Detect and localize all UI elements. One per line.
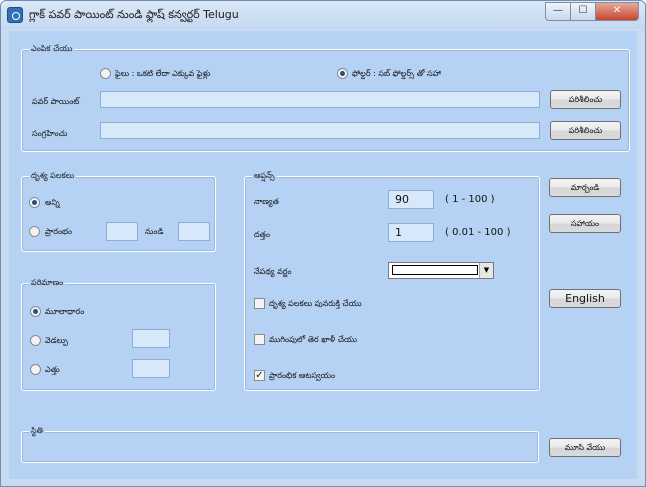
status-group: స్థితి [21, 426, 539, 463]
scale-range: ( 0.01 - 100 ) [445, 227, 511, 238]
convert-button[interactable]: మార్చండి [549, 178, 621, 197]
bg-color-label: నేపథ్య వర్ణం [254, 267, 292, 276]
close-icon: ✕ [612, 5, 622, 16]
output-label: సంగ్రహించు [32, 129, 68, 138]
all-slides-radio[interactable] [29, 197, 40, 208]
original-size-radio[interactable] [30, 306, 41, 317]
title-bar[interactable]: గ్లాక్ పవర్ పాయింట్ నుండి ఫ్లాష్ కన్వర్ట… [1, 1, 645, 29]
folder-option-label: ఫోల్డర్ : సబ్ ఫోల్డర్స్ తో సహా [352, 69, 441, 78]
close-window-button[interactable]: ✕ [596, 2, 639, 21]
autoplay-checkbox[interactable]: ✓ [254, 370, 265, 381]
bg-color-combo[interactable]: ▼ [388, 262, 494, 279]
english-button[interactable]: English [549, 289, 621, 308]
scale-label: దత్తం [254, 230, 270, 239]
selection-legend: ఎంపిక చేయు [29, 44, 75, 55]
height-input[interactable] [133, 360, 169, 377]
file-radio[interactable] [100, 68, 111, 79]
quality-field[interactable] [388, 190, 434, 209]
browse-powerpoint-button[interactable]: పరిశీలించు [550, 90, 621, 109]
output-field[interactable] [100, 122, 540, 139]
size-group: పరిమాణం మూలాధారం వెడల్పు ఎత్తు [21, 278, 216, 391]
options-legend: ఆప్షన్స్ [252, 171, 277, 182]
to-input[interactable] [179, 223, 209, 240]
app-icon [7, 7, 23, 23]
size-legend: పరిమాణం [29, 278, 66, 289]
blank-end-checkbox[interactable] [254, 334, 265, 345]
scale-field[interactable] [388, 223, 434, 242]
original-size-label: మూలాధారం [45, 307, 85, 316]
browse-output-button[interactable]: పరిశీలించు [550, 121, 621, 140]
height-label: ఎత్తు [45, 365, 60, 374]
powerpoint-label: పవర్ పాయింట్ [32, 97, 80, 106]
bg-color-swatch [392, 265, 478, 275]
folder-radio[interactable] [337, 68, 348, 79]
close-button[interactable]: మూసి వేయు [549, 438, 621, 457]
from-input[interactable] [107, 223, 137, 240]
quality-range: ( 1 - 100 ) [445, 194, 495, 205]
all-slides-label: అన్ని [45, 198, 60, 207]
repeat-slides-label: దృశ్య పలకలు పునరుక్తి చేయు [269, 299, 362, 308]
width-input[interactable] [133, 330, 169, 347]
output-input[interactable] [101, 123, 539, 138]
autoplay-label: ప్రారంభిక ఆటస్వయం [269, 371, 336, 380]
height-radio[interactable] [30, 364, 41, 375]
width-label: వెడల్పు [45, 336, 68, 345]
file-option-label: ఫైలు : ఒకటి లేదా ఎక్కువ ఫైళ్లు [115, 69, 211, 78]
chevron-down-icon[interactable]: ▼ [479, 263, 493, 278]
window-title: గ్లాక్ పవర్ పాయింట్ నుండి ఫ్లాష్ కన్వర్ట… [29, 8, 239, 21]
from-label: ప్రారంభం [45, 227, 73, 236]
maximize-icon: ☐ [578, 5, 588, 16]
status-legend: స్థితి [29, 426, 45, 437]
client-area: ఎంపిక చేయు ఫైలు : ఒకటి లేదా ఎక్కువ ఫైళ్ల… [9, 31, 637, 479]
quality-input[interactable] [389, 191, 433, 208]
from-field[interactable] [106, 222, 138, 241]
height-field[interactable] [132, 359, 170, 378]
minimize-icon: — [553, 5, 563, 16]
powerpoint-input[interactable] [101, 92, 539, 107]
width-radio[interactable] [30, 335, 41, 346]
minimize-button[interactable]: — [545, 2, 571, 21]
slides-group: దృశ్య పలకలు అన్ని ప్రారంభం నుండి [21, 171, 216, 252]
repeat-slides-checkbox[interactable] [254, 298, 265, 309]
to-label: నుండి [145, 227, 164, 236]
from-slides-radio[interactable] [29, 226, 40, 237]
width-field[interactable] [132, 329, 170, 348]
blank-end-label: ముగింపులో తెర ఖాళీ చేయు [269, 335, 358, 344]
slides-legend: దృశ్య పలకలు [29, 171, 77, 182]
quality-label: నాణ్యత [254, 197, 279, 206]
maximize-button[interactable]: ☐ [571, 2, 596, 21]
options-group: ఆప్షన్స్ నాణ్యత ( 1 - 100 ) దత్తం ( 0.01… [244, 171, 540, 391]
scale-input[interactable] [389, 224, 433, 241]
window-controls: — ☐ ✕ [545, 2, 639, 21]
powerpoint-field[interactable] [100, 91, 540, 108]
selection-group: ఎంపిక చేయు ఫైలు : ఒకటి లేదా ఎక్కువ ఫైళ్ల… [21, 44, 630, 152]
main-window: గ్లాక్ పవర్ పాయింట్ నుండి ఫ్లాష్ కన్వర్ట… [0, 0, 646, 487]
to-field[interactable] [178, 222, 210, 241]
help-button[interactable]: సహాయం [549, 214, 621, 233]
